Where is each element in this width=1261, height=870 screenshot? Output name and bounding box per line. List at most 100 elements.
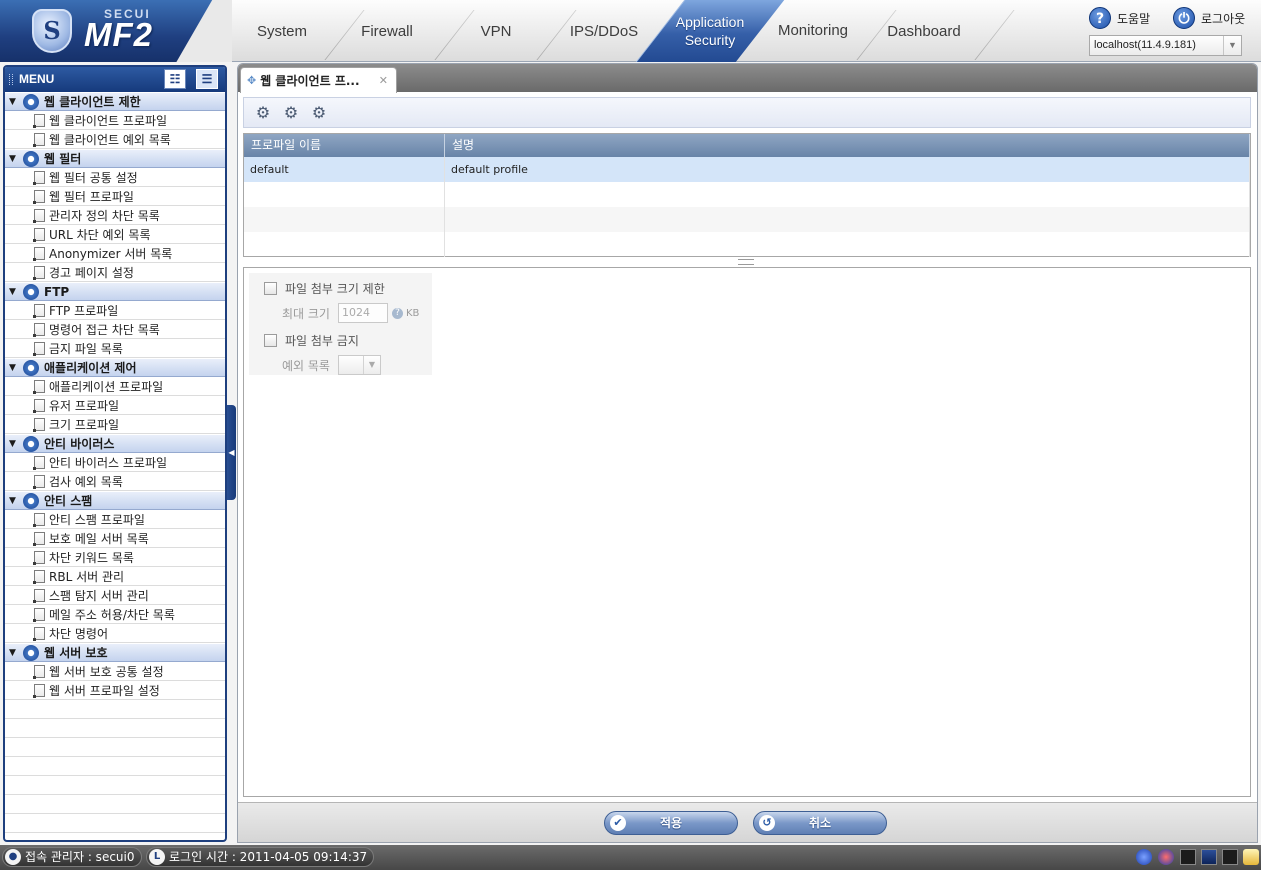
menu-item[interactable]: Anonymizer 서버 목록 xyxy=(5,244,225,263)
menu-item[interactable]: 크기 프로파일 xyxy=(5,415,225,434)
attachment-settings: 파일 첨부 크기 제한 최대 크기 1024 ? KB 파일 첨부 금지 예외 … xyxy=(249,273,432,375)
max-size-label: 최대 크기 xyxy=(282,306,330,321)
nav-tab-application-security[interactable]: Application Security xyxy=(635,0,785,62)
status-alert-icon[interactable] xyxy=(1243,849,1259,865)
menu-item[interactable]: 금지 파일 목록 xyxy=(5,339,225,358)
document-icon xyxy=(33,417,45,432)
exception-row: 예외 목록 ▼ xyxy=(249,353,432,377)
menu-item[interactable]: 검사 예외 목록 xyxy=(5,472,225,491)
nav-tab-monitoring[interactable]: Monitoring xyxy=(753,0,873,62)
add-profile-icon[interactable]: ⚙ xyxy=(252,103,274,123)
menu-item-label: URL 차단 예외 목록 xyxy=(49,227,151,242)
group-icon xyxy=(23,150,39,167)
menu-group[interactable]: ▼ 안티 바이러스 xyxy=(5,434,225,453)
cancel-button[interactable]: ↺ 취소 xyxy=(753,811,887,835)
status-console-icon[interactable] xyxy=(1222,849,1238,865)
menu-item-label: FTP 프로파일 xyxy=(49,303,119,318)
menu-item[interactable]: 메일 주소 허용/차단 목록 xyxy=(5,605,225,624)
menu-item[interactable]: 웹 클라이언트 프로파일 xyxy=(5,111,225,130)
help-button[interactable]: ? 도움말 xyxy=(1089,7,1150,29)
nav-tab-firewall[interactable]: Firewall xyxy=(327,0,447,62)
menu-item[interactable]: 웹 서버 프로파일 설정 xyxy=(5,681,225,700)
column-header-description[interactable]: 설명 xyxy=(445,134,1250,157)
status-window-icon[interactable] xyxy=(1201,849,1217,865)
document-icon xyxy=(33,569,45,584)
nav-tab-label-line1: Application xyxy=(675,14,745,30)
status-bar: ● 접속 관리자 : secui0 L 로그인 시간 : 2011-04-05 … xyxy=(0,845,1261,870)
server-select-value: localhost(11.4.9.181) xyxy=(1094,39,1196,51)
menu-item[interactable]: 명령어 접근 차단 목록 xyxy=(5,320,225,339)
menu-item[interactable]: FTP 프로파일 xyxy=(5,301,225,320)
server-select[interactable]: localhost(11.4.9.181) ▼ xyxy=(1089,35,1242,56)
menu-item[interactable]: 스팸 탐지 서버 관리 xyxy=(5,586,225,605)
menu-item[interactable]: 웹 서버 보호 공통 설정 xyxy=(5,662,225,681)
edit-profile-icon[interactable]: ⚙ xyxy=(280,103,302,123)
status-globe-icon[interactable] xyxy=(1136,849,1152,865)
menu-group-label: FTP xyxy=(44,284,70,299)
menu-item[interactable]: 웹 클라이언트 예외 목록 xyxy=(5,130,225,149)
status-monitor-icon[interactable] xyxy=(1180,849,1196,865)
help-label: 도움말 xyxy=(1117,11,1151,26)
move-icon: ✥ xyxy=(247,74,257,87)
top-right-controls: ? 도움말 ⏻ 로그아웃 localhost(11.4.9.181) ▼ xyxy=(1086,0,1261,62)
document-icon xyxy=(33,379,45,394)
tree-view-icon[interactable]: ☷ xyxy=(164,69,186,89)
close-icon[interactable]: ✕ xyxy=(379,74,388,87)
menu-item[interactable]: 안티 바이러스 프로파일 xyxy=(5,453,225,472)
menu-item-label: 웹 클라이언트 프로파일 xyxy=(49,113,168,128)
menu-item[interactable]: 차단 키워드 목록 xyxy=(5,548,225,567)
profile-table: 프로파일 이름 설명 default default profile xyxy=(243,133,1251,257)
block-attach-checkbox[interactable] xyxy=(264,333,277,347)
exception-select[interactable]: ▼ xyxy=(337,355,381,375)
sidebar-collapse-handle[interactable]: ◀ xyxy=(227,405,236,500)
nav-tab-dashboard[interactable]: Dashboard xyxy=(864,0,984,62)
group-icon xyxy=(23,283,39,300)
menu-item[interactable]: 보호 메일 서버 목록 xyxy=(5,529,225,548)
menu-item[interactable]: 차단 명령어 xyxy=(5,624,225,643)
document-icon xyxy=(33,664,45,679)
menu-group[interactable]: ▼ 웹 서버 보호 xyxy=(5,643,225,662)
menu-item-label: 웹 필터 공통 설정 xyxy=(49,170,138,185)
menu-item[interactable]: 안티 스팸 프로파일 xyxy=(5,510,225,529)
document-icon xyxy=(33,474,45,489)
size-limit-label: 파일 첨부 크기 제한 xyxy=(285,281,385,296)
column-header-profile-name[interactable]: 프로파일 이름 xyxy=(244,134,445,157)
tab-web-client-profile[interactable]: ✥ 웹 클라이언트 프... ✕ xyxy=(240,67,397,93)
max-size-input[interactable]: 1024 xyxy=(337,303,388,323)
size-limit-checkbox[interactable] xyxy=(264,281,277,295)
menu-item[interactable]: 경고 페이지 설정 xyxy=(5,263,225,282)
menu-item[interactable]: URL 차단 예외 목록 xyxy=(5,225,225,244)
menu-group[interactable]: ▼ 안티 스팸 xyxy=(5,491,225,510)
table-row-empty xyxy=(244,207,1250,232)
table-row[interactable]: default default profile xyxy=(244,157,1250,182)
menu-group[interactable]: ▼ FTP xyxy=(5,282,225,301)
apply-button[interactable]: ✔ 적용 xyxy=(604,811,738,835)
nav-tab-system[interactable]: System xyxy=(222,0,342,62)
menu-item[interactable]: 웹 필터 공통 설정 xyxy=(5,168,225,187)
action-bar: ✔ 적용 ↺ 취소 xyxy=(238,802,1257,842)
login-time-status: L 로그인 시간 : 2011-04-05 09:14:37 xyxy=(146,847,375,867)
delete-profile-icon[interactable]: ⚙ xyxy=(308,103,330,123)
apply-label: 적용 xyxy=(659,816,683,830)
menu-group[interactable]: ▼ 웹 필터 xyxy=(5,149,225,168)
menu-group[interactable]: ▼ 웹 클라이언트 제한 xyxy=(5,92,225,111)
document-icon xyxy=(33,512,45,527)
menu-group[interactable]: ▼ 애플리케이션 제어 xyxy=(5,358,225,377)
panel-splitter[interactable] xyxy=(738,259,754,265)
menu-item-label: 안티 바이러스 프로파일 xyxy=(49,455,168,470)
menu-item[interactable]: 관리자 정의 차단 목록 xyxy=(5,206,225,225)
menu-item-label: Anonymizer 서버 목록 xyxy=(49,246,173,261)
check-icon: ✔ xyxy=(610,815,626,831)
logout-button[interactable]: ⏻ 로그아웃 xyxy=(1173,7,1245,29)
menu-item[interactable]: RBL 서버 관리 xyxy=(5,567,225,586)
nav-tab-vpn[interactable]: VPN xyxy=(436,0,556,62)
menu-item[interactable]: 웹 필터 프로파일 xyxy=(5,187,225,206)
triangle-down-icon: ▼ xyxy=(9,153,16,164)
menu-item[interactable]: 유저 프로파일 xyxy=(5,396,225,415)
list-view-icon[interactable]: ☰ xyxy=(196,69,218,89)
menu-item[interactable]: 애플리케이션 프로파일 xyxy=(5,377,225,396)
chevron-left-icon: ◀ xyxy=(228,448,235,457)
menu-empty-row xyxy=(5,757,225,776)
menu-item-label: 웹 서버 보호 공통 설정 xyxy=(49,664,164,679)
status-target-icon[interactable] xyxy=(1158,849,1174,865)
